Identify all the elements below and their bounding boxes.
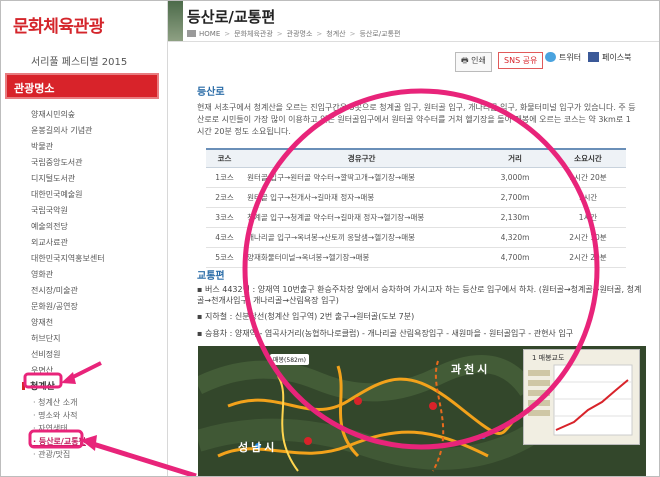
active-bullet-icon — [22, 382, 25, 390]
map-city-label: 성남시 — [238, 441, 278, 454]
cell-time: 1시간 — [549, 207, 626, 228]
sidebar-item-active-label: 청계산 — [30, 382, 55, 392]
sidebar: 문화체육관광 서리풀 페스티벌 2015 관광명소 양재시민의숲 윤봉길의사 기… — [1, 1, 168, 476]
sidebar-item[interactable]: 선비정원 — [31, 349, 60, 360]
transport-subway: ▪ 지하철 : 신분당선(청계산 입구역) 2번 출구→원터골(도보 7분) — [197, 312, 415, 321]
cell-course: 3코스 — [206, 207, 244, 228]
table-header-row: 코스 경유구간 거리 소요시간 — [206, 148, 626, 168]
cell-time: 1시간 — [549, 187, 626, 208]
breadcrumb-item[interactable]: 청계산 — [326, 30, 345, 38]
hiking-description: 현재 서초구에서 청계산을 오르는 진입구간은 5곳으로 청계골 입구, 원터골… — [197, 103, 636, 136]
cell-route: 개나리골 입구→옥녀봉→산토끼 옹달샘→헬기장→매봉 — [243, 227, 481, 248]
table-row: 1코스 원터골 입구→원터골 약수터→깔딱고개→헬기장→매봉 3,000m 1시… — [206, 167, 626, 188]
sidebar-subitem[interactable]: · 명소와 사적 — [33, 410, 77, 421]
breadcrumb: HOME > 문화체육관광 > 관광명소 > 청계산 > 등산로/교통편 — [187, 29, 400, 39]
breadcrumb-item-current: 등산로/교통편 — [359, 30, 401, 38]
col-header: 코스 — [206, 148, 244, 168]
section-header-label: 관광명소 — [14, 82, 55, 95]
col-header: 소요시간 — [549, 148, 626, 168]
home-icon[interactable] — [187, 30, 196, 37]
sidebar-item[interactable]: 국립중앙도서관 — [31, 157, 83, 168]
map-peak-label: 매봉(582m) — [270, 354, 310, 365]
section-header[interactable]: 관광명소 — [5, 73, 159, 99]
route-map[interactable]: 매봉(582m) 과천시 성남시 1 매봉교도 — [198, 346, 646, 476]
elevation-chart — [528, 364, 633, 436]
transport-heading: 교통편 — [197, 271, 225, 282]
cell-route: 청계골 입구→청계골 약수터→길마재 정자→헬기장→매봉 — [243, 207, 481, 228]
sidebar-item[interactable]: 대한민국예술원 — [31, 189, 83, 200]
page-frame: 문화체육관광 서리풀 페스티벌 2015 관광명소 양재시민의숲 윤봉길의사 기… — [0, 0, 660, 477]
cell-distance: 2,700m — [480, 187, 550, 208]
sidebar-subitem[interactable]: · 관광/맛집 — [33, 449, 70, 460]
twitter-button[interactable]: 트위터 — [545, 52, 581, 63]
cell-time: 2시간 10분 — [549, 227, 626, 248]
sidebar-item[interactable]: 전시장/미술관 — [31, 285, 78, 296]
map-inset: 1 매봉교도 — [523, 349, 640, 445]
sidebar-item[interactable]: 양재시민의숲 — [31, 109, 75, 120]
sidebar-item[interactable]: 문화원/공연장 — [31, 301, 78, 312]
festival-banner[interactable]: 서리풀 페스티벌 2015 — [31, 53, 127, 68]
header-divider — [168, 41, 659, 42]
sidebar-subitem[interactable]: · 자연생태 — [33, 423, 68, 434]
facebook-button[interactable]: 페이스북 — [588, 52, 631, 63]
sns-share-button[interactable]: SNS 공유 — [498, 52, 544, 69]
table-row: 2코스 원터골 입구→천개사→길마재 정자→매봉 2,700m 1시간 — [206, 187, 626, 208]
sidebar-item[interactable]: 양재천 — [31, 317, 53, 328]
table-row: 3코스 청계골 입구→청계골 약수터→길마재 정자→헬기장→매봉 2,130m … — [206, 207, 626, 228]
cell-route: 원터골 입구→원터골 약수터→깔딱고개→헬기장→매봉 — [243, 167, 481, 188]
cell-route: 양재화물터미널→옥녀봉→헬기장→매봉 — [243, 247, 481, 268]
cell-time: 2시간 20분 — [549, 247, 626, 268]
sidebar-subitem-current[interactable]: · 등산로/교통편 — [33, 436, 86, 447]
site-title[interactable]: 문화체육관광 — [13, 12, 104, 37]
sidebar-item[interactable]: 예술의전당 — [31, 221, 68, 232]
cell-distance: 3,000m — [480, 167, 550, 188]
cell-route: 원터골 입구→천개사→길마재 정자→매봉 — [243, 187, 481, 208]
page-title: 등산로/교통편 — [187, 8, 276, 26]
course-table: 코스 경유구간 거리 소요시간 1코스 원터골 입구→원터골 약수터→깔딱고개→… — [206, 148, 626, 268]
table-row: 4코스 개나리골 입구→옥녀봉→산토끼 옹달샘→헬기장→매봉 4,320m 2시… — [206, 227, 626, 248]
breadcrumb-item[interactable]: HOME — [199, 30, 220, 38]
sidebar-item[interactable]: 대한민국지역홍보센터 — [31, 253, 105, 264]
table-row: 5코스 양재화물터미널→옥녀봉→헬기장→매봉 4,700m 2시간 20분 — [206, 247, 626, 268]
sidebar-item-active[interactable]: 청계산 — [22, 379, 55, 392]
breadcrumb-item[interactable]: 문화체육관광 — [234, 30, 273, 38]
cell-course: 1코스 — [206, 167, 244, 188]
cell-course: 5코스 — [206, 247, 244, 268]
cell-distance: 2,130m — [480, 207, 550, 228]
header-photo — [168, 1, 183, 41]
print-button[interactable]: 🖶 인쇄 — [455, 52, 492, 72]
cell-distance: 4,320m — [480, 227, 550, 248]
twitter-icon — [545, 52, 556, 62]
sidebar-subitem[interactable]: · 청계산 소개 — [33, 397, 77, 408]
sidebar-item[interactable]: 디지털도서관 — [31, 173, 75, 184]
cell-time: 1시간 20분 — [549, 167, 626, 188]
sidebar-item[interactable]: 윤봉길의사 기념관 — [31, 125, 92, 136]
hiking-heading: 등산로 — [197, 87, 225, 98]
sidebar-item[interactable]: 외교사료관 — [31, 237, 68, 248]
sidebar-item[interactable]: 우면산 — [31, 365, 53, 376]
col-header: 경유구간 — [243, 148, 481, 168]
transport-bus: ▪ 버스 4432번 : 양재역 10번출구 환승주차장 앞에서 승차하여 가시… — [197, 285, 642, 305]
sidebar-item[interactable]: 허브단지 — [31, 333, 60, 344]
breadcrumb-item[interactable]: 관광명소 — [287, 30, 313, 38]
cell-distance: 4,700m — [480, 247, 550, 268]
sidebar-item[interactable]: 영화관 — [31, 269, 53, 280]
transport-car: ▪ 승용차 : 양재역 - 염곡사거리(농협하나로클럽) - 개나리골 산림욕장… — [197, 329, 574, 338]
cell-course: 2코스 — [206, 187, 244, 208]
sidebar-item[interactable]: 국립국악원 — [31, 205, 68, 216]
col-header: 거리 — [480, 148, 550, 168]
cell-course: 4코스 — [206, 227, 244, 248]
map-city-label: 과천시 — [451, 363, 491, 376]
sidebar-item[interactable]: 박물관 — [31, 141, 53, 152]
facebook-icon — [588, 52, 599, 62]
